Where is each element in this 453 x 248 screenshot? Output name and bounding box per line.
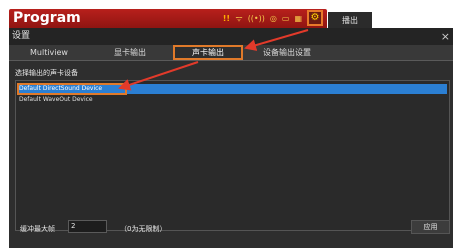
tab-output[interactable]: 播出 <box>328 12 372 29</box>
wifi-icon[interactable]: ᯤ <box>235 13 242 25</box>
tab-multiview[interactable]: Multiview <box>9 45 89 60</box>
tab-device-output-settings[interactable]: 设备输出设置 <box>245 45 329 60</box>
tab-sound-card-output[interactable]: 声卡输出 <box>173 45 243 60</box>
buffer-label: 缓冲最大帧 <box>20 225 55 233</box>
grid-icon[interactable]: ▦ <box>294 13 302 25</box>
record-icon[interactable]: ◎ <box>270 13 277 25</box>
close-icon[interactable]: × <box>441 28 450 45</box>
program-title-bar: Program !! ᯤ ((•)) ◎ ▭ ▦ ⚙ <box>9 9 327 29</box>
dialog-title-bar: 设置 × <box>9 28 453 45</box>
tab-strip: Multiview 显卡输出 声卡输出 设备输出设置 <box>9 45 453 61</box>
settings-dialog: 设置 × Multiview 显卡输出 声卡输出 设备输出设置 选择输出的声卡设… <box>9 28 453 248</box>
section-label: 选择输出的声卡设备 <box>15 69 78 77</box>
tab-video-card-output[interactable]: 显卡输出 <box>89 45 171 60</box>
monitor-icon[interactable]: ▭ <box>282 13 290 25</box>
list-item-waveout[interactable]: Default WaveOut Device <box>17 95 447 105</box>
dialog-title: 设置 <box>12 31 31 41</box>
apply-button[interactable]: 应用 <box>411 220 450 234</box>
gear-icon[interactable]: ⚙ <box>307 10 323 26</box>
toolbar-icons: !! ᯤ ((•)) ◎ ▭ ▦ ⚙ <box>222 10 323 26</box>
warning-icon[interactable]: !! <box>222 13 230 25</box>
device-list: Default DirectSound Device Default WaveO… <box>15 80 450 231</box>
buffer-hint: （0为无限制） <box>120 225 167 233</box>
selection-highlight <box>17 83 127 95</box>
broadcast-icon[interactable]: ((•)) <box>248 13 265 25</box>
list-item-directsound[interactable]: Default DirectSound Device <box>17 83 447 95</box>
program-title: Program <box>13 10 81 26</box>
list-item-label: Default WaveOut Device <box>19 96 93 103</box>
buffer-input[interactable]: 2 <box>68 220 107 233</box>
